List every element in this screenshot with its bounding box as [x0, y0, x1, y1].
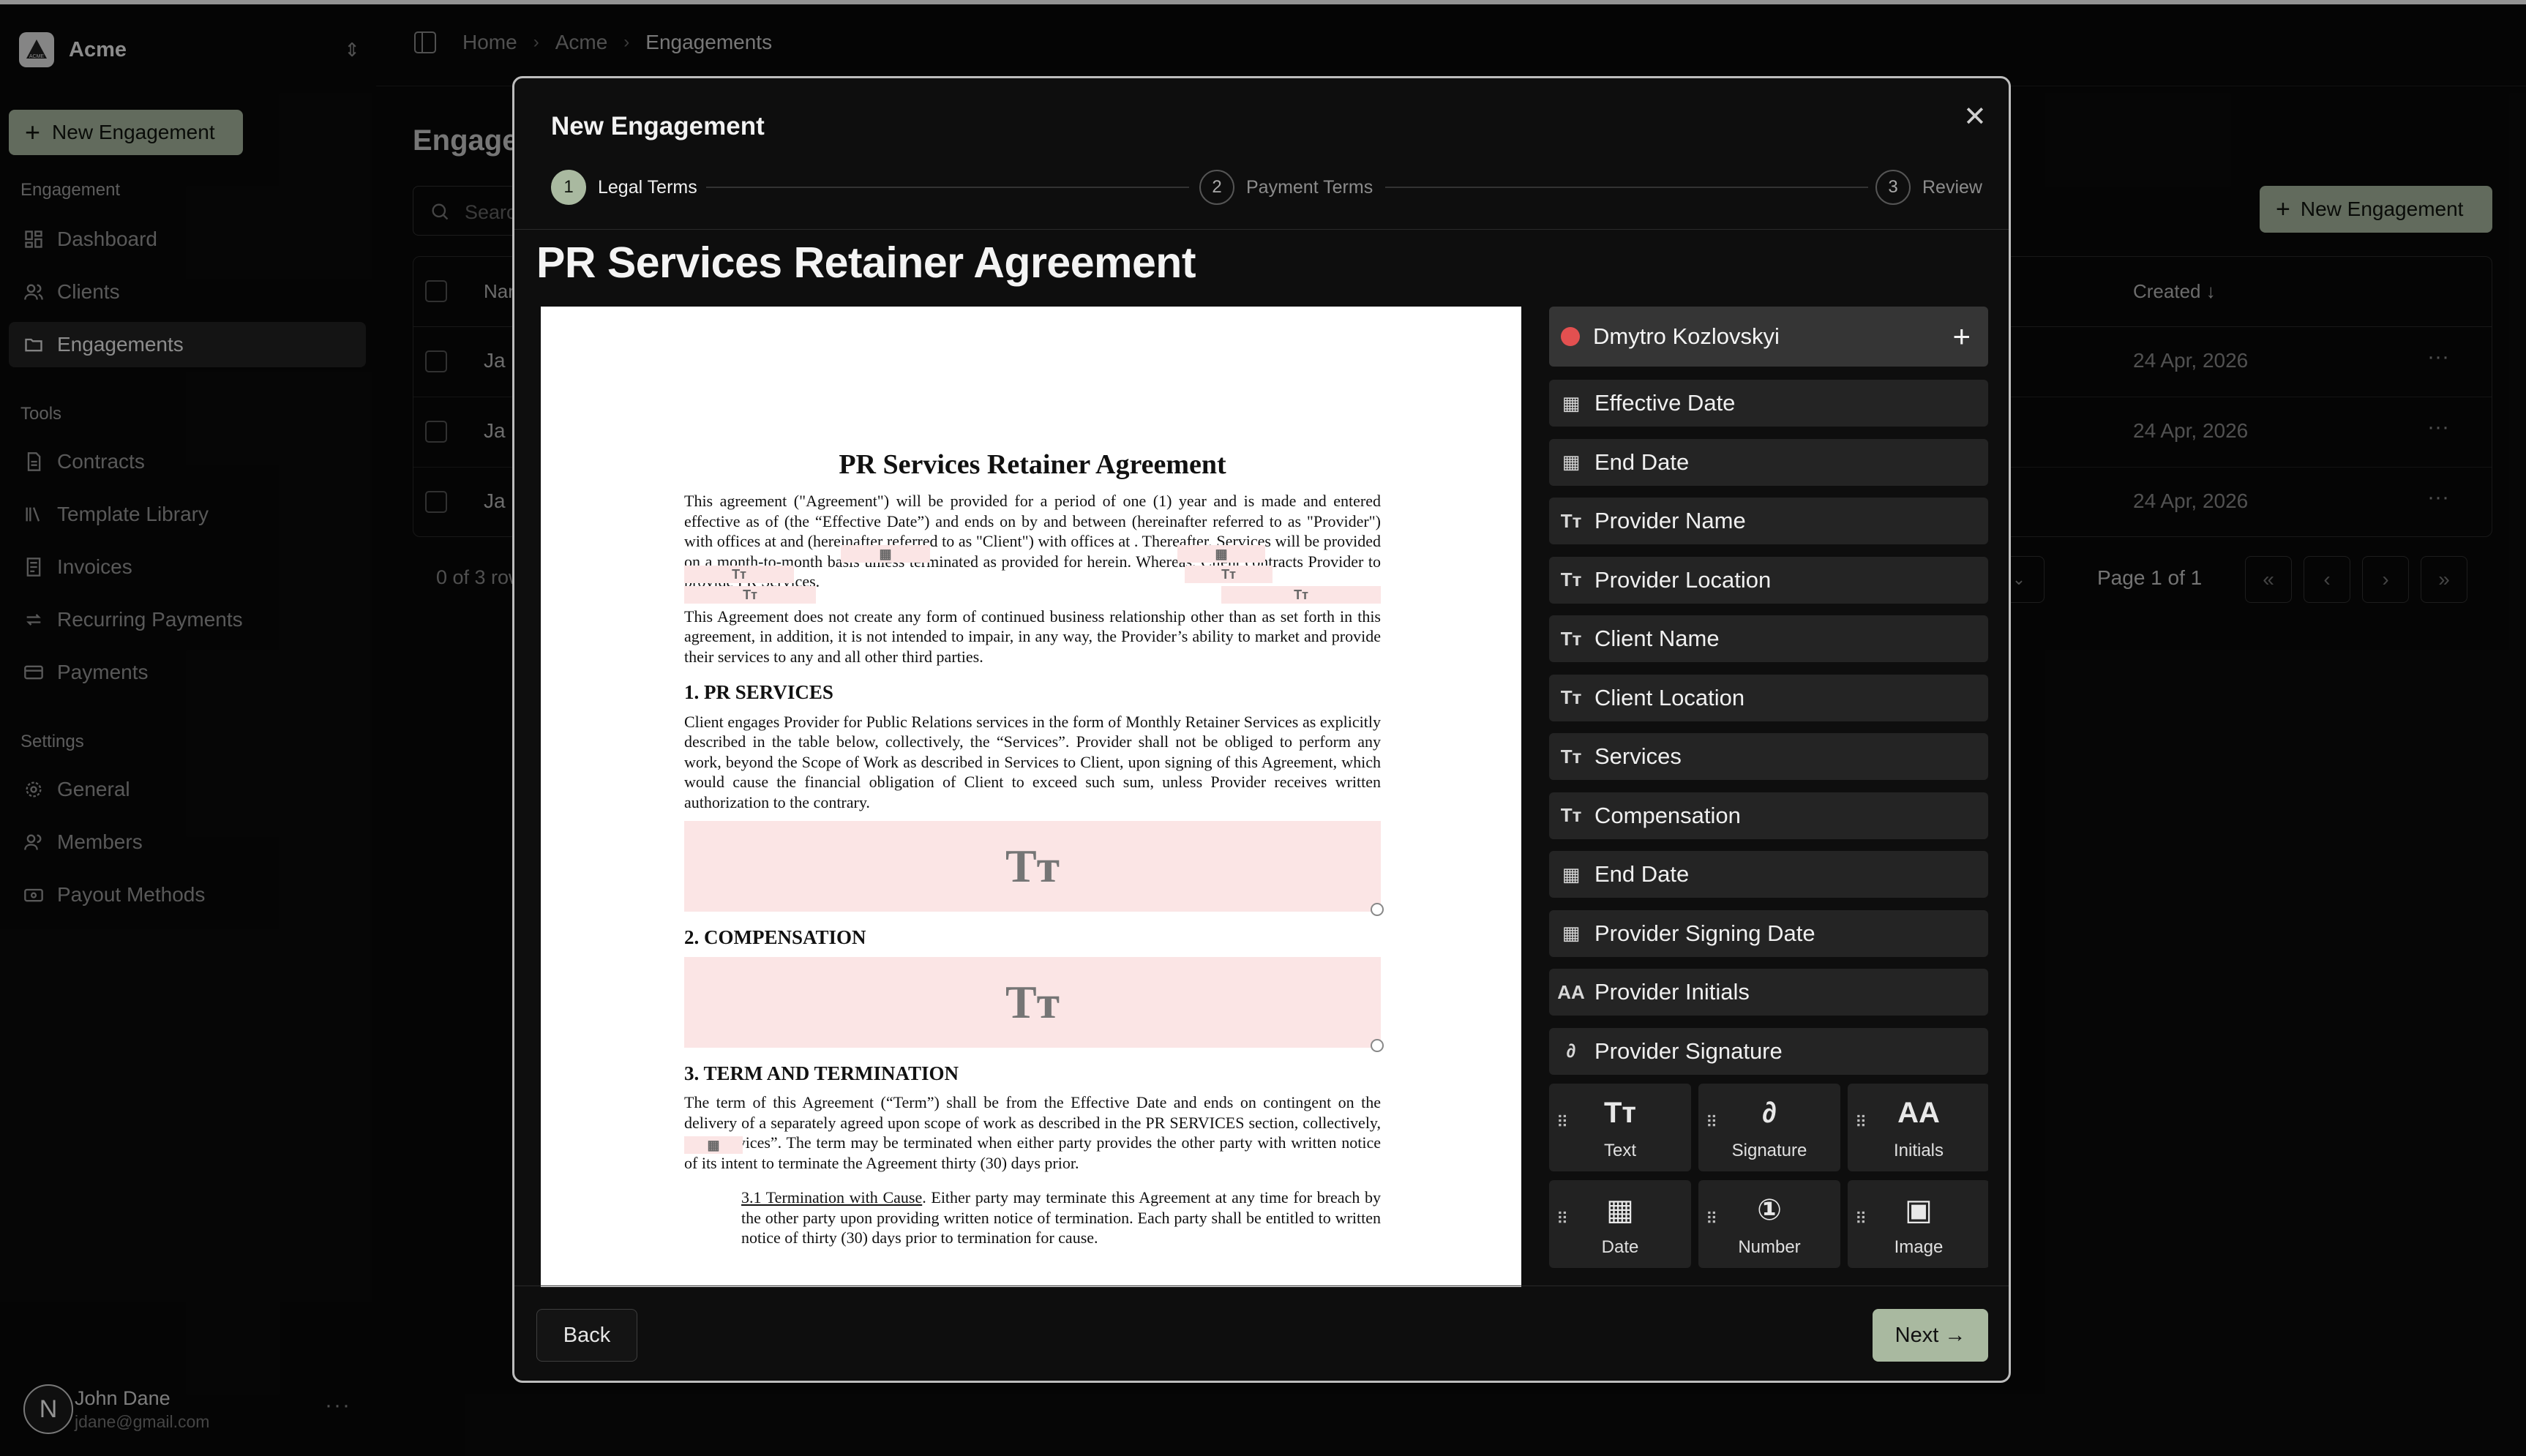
client-location-field[interactable]: Tт	[1221, 586, 1381, 604]
stepper: 1 Legal Terms 2 Payment Terms 3 Review	[551, 169, 1982, 206]
field-item-provider-name[interactable]: Tт Provider Name	[1549, 498, 1988, 544]
field-item-provider-initials[interactable]: AA Provider Initials	[1549, 969, 1988, 1016]
signature-icon: ∂	[1566, 1040, 1576, 1062]
signer-selector[interactable]: Dmytro Kozlovskyi +	[1549, 307, 1988, 367]
resize-handle[interactable]	[1371, 903, 1384, 916]
divider	[514, 229, 2009, 230]
calendar-icon: ▦	[1562, 451, 1581, 473]
field-item-provider-signing-date[interactable]: ▦ Provider Signing Date	[1549, 909, 1988, 957]
field-item-effective-date[interactable]: ▦ Effective Date	[1549, 380, 1988, 427]
compensation-field[interactable]: Tт	[684, 956, 1384, 1052]
doc-section-1-title: 1. PR SERVICES	[684, 681, 833, 703]
effective-date-field[interactable]: ▦	[841, 545, 930, 563]
step-payment-terms[interactable]: 2 Payment Terms	[1199, 169, 1373, 206]
step-review[interactable]: 3 Review	[1875, 169, 1982, 206]
field-list: Dmytro Kozlovskyi + ▦ Effective Date ▦ End …	[1549, 307, 1988, 1287]
tool-text[interactable]: ⠿ Tт Text	[1549, 1084, 1691, 1171]
signer-color-dot	[1561, 327, 1580, 346]
back-button[interactable]: Back	[536, 1309, 637, 1362]
doc-section-1-text: Client engages Provider for Public Relat…	[684, 712, 1381, 811]
initials-icon: AA	[1557, 980, 1585, 1003]
calendar-icon: ▦	[1606, 1194, 1634, 1226]
field-item-end-date[interactable]: ▦ End Date	[1549, 851, 1988, 898]
text-icon: Tт	[1005, 840, 1060, 893]
text-icon: Tт	[1560, 745, 1582, 768]
tool-number[interactable]: ⠿ ① Number	[1698, 1180, 1840, 1268]
tool-date[interactable]: ⠿ ▦ Date	[1549, 1180, 1691, 1268]
text-icon: Tт	[1560, 627, 1582, 650]
add-signer-icon[interactable]: +	[1952, 321, 1971, 352]
field-item-end-date[interactable]: ▦ End Date	[1549, 438, 1988, 486]
dialog-title: New Engagement	[551, 112, 765, 140]
text-icon: Tт	[743, 587, 757, 602]
doc-section-3-text: The term of this Agreement (“Term”) shal…	[684, 1093, 1381, 1172]
step-connector	[1385, 187, 1868, 188]
resize-handle[interactable]	[1371, 1038, 1384, 1052]
tool-initials[interactable]: ⠿ AA Initials	[1848, 1084, 1988, 1171]
text-icon: Tт	[1294, 587, 1308, 602]
calendar-icon: ▦	[879, 546, 892, 561]
provider-location-field[interactable]: Tт	[1185, 566, 1273, 583]
field-item-client-name[interactable]: Tт Client Name	[1549, 615, 1988, 662]
doc-section-3-title: 3. TERM AND TERMINATION	[684, 1062, 959, 1084]
number-icon: ①	[1757, 1194, 1782, 1226]
field-item-provider-signature[interactable]: ∂ Provider Signature	[1549, 1027, 1988, 1075]
image-icon: ▣	[1905, 1194, 1933, 1226]
tool-signature[interactable]: ⠿ ∂ Signature	[1698, 1084, 1840, 1171]
calendar-icon: ▦	[1215, 546, 1228, 561]
text-icon: Tт	[1221, 566, 1236, 582]
tool-image[interactable]: ⠿ ▣ Image	[1848, 1180, 1988, 1268]
initials-icon: AA	[1897, 1097, 1940, 1129]
close-icon[interactable]: ✕	[1963, 100, 1987, 133]
doc-section-3-1: 3.1 Termination with Cause. Either party…	[741, 1188, 1381, 1247]
text-icon: Tт	[1560, 804, 1582, 826]
calendar-icon: ▦	[707, 1137, 720, 1152]
doc-section-2-title: 2. COMPENSATION	[684, 926, 866, 948]
calendar-icon: ▦	[1562, 391, 1581, 414]
end-date-field[interactable]: ▦	[1177, 545, 1265, 563]
doc-intro-2: This Agreement does not create any form …	[684, 607, 1381, 666]
term-end-date-field[interactable]: ▦	[684, 1136, 743, 1154]
field-item-services[interactable]: Tт Services	[1549, 733, 1988, 780]
provider-name-field[interactable]: Tт	[684, 566, 794, 583]
text-icon: Tт	[1603, 1097, 1637, 1129]
text-icon: Tт	[1560, 568, 1582, 590]
step-connector	[706, 187, 1189, 188]
document-title: PR Services Retainer Agreement	[536, 239, 1196, 287]
text-icon: Tт	[1560, 686, 1582, 708]
client-name-field[interactable]: Tт	[684, 586, 816, 604]
signature-icon: ∂	[1762, 1097, 1777, 1129]
doc-heading: PR Services Retainer Agreement	[839, 449, 1226, 480]
text-icon: Tт	[732, 566, 746, 582]
calendar-icon: ▦	[1562, 863, 1581, 885]
text-icon: Tт	[1005, 975, 1060, 1028]
services-field[interactable]: Tт	[684, 821, 1384, 916]
field-item-compensation[interactable]: Tт Compensation	[1549, 792, 1988, 839]
text-icon: Tт	[1560, 509, 1582, 532]
document-preview[interactable]: PR Services Retainer Agreement This agre…	[541, 307, 1521, 1287]
calendar-icon: ▦	[1562, 922, 1581, 944]
next-button[interactable]: Next →	[1873, 1309, 1988, 1362]
field-item-provider-location[interactable]: Tт Provider Location	[1549, 556, 1988, 604]
field-item-client-location[interactable]: Tт Client Location	[1549, 674, 1988, 721]
new-engagement-dialog: New Engagement ✕ 1 Legal Terms 2 Payment…	[512, 76, 2011, 1383]
step-legal-terms[interactable]: 1 Legal Terms	[551, 169, 697, 206]
